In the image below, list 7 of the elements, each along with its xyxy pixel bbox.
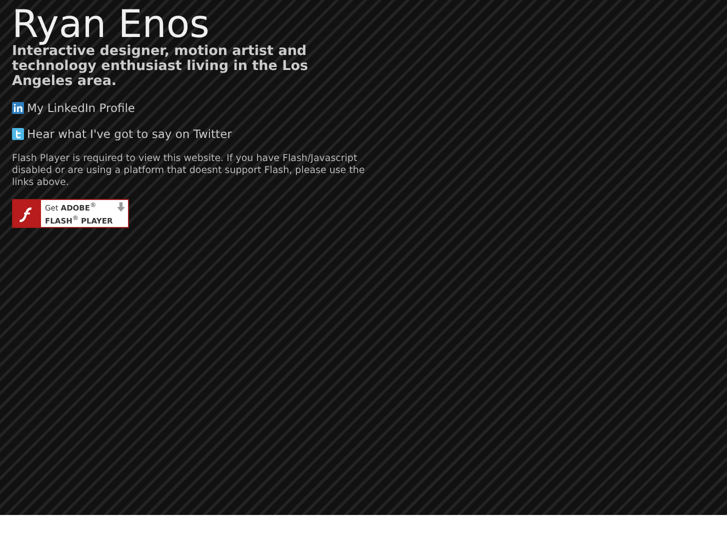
download-arrow-icon [117, 202, 125, 212]
site-title: Ryan Enos [12, 4, 210, 44]
profile-link[interactable]: My LinkedIn Profile [12, 101, 135, 115]
tagline: Interactive designer, motion artist and technology enthusiast living in the Los Angeles area. [12, 44, 310, 89]
profile-link[interactable]: Hear what I've got to say on Twitter [12, 127, 232, 141]
linkedin-icon [12, 102, 24, 114]
flash-notice: Flash Player is required to view this website. If you have Flash/Javascript disabled or are using a platform that doesnt support Flash, please use the links above. [12, 153, 366, 189]
